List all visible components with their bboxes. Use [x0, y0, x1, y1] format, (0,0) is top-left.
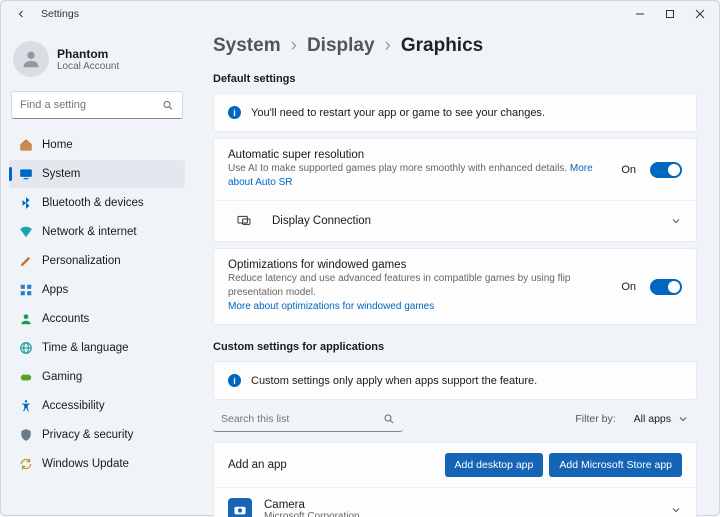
update-icon: [19, 457, 33, 471]
system-icon: [19, 167, 33, 181]
profile[interactable]: Phantom Local Account: [13, 41, 181, 77]
breadcrumb-display[interactable]: Display: [307, 35, 375, 57]
display-connection-row[interactable]: Display Connection: [214, 201, 696, 241]
asr-title: Automatic super resolution: [228, 149, 613, 161]
nav-bluetooth[interactable]: Bluetooth & devices: [9, 189, 185, 217]
nav-gaming[interactable]: Gaming: [9, 363, 185, 391]
chevron-down-icon: [670, 504, 682, 516]
titlebar: Settings: [1, 1, 719, 27]
nav-accessibility[interactable]: Accessibility: [9, 392, 185, 420]
camera-icon: [228, 498, 252, 517]
add-desktop-app-button[interactable]: Add desktop app: [445, 453, 544, 477]
sidebar: Phantom Local Account Home System Blueto…: [1, 27, 193, 517]
settings-search[interactable]: [11, 91, 183, 119]
wifi-icon: [19, 225, 33, 239]
custom-notice: i Custom settings only apply when apps s…: [214, 362, 696, 399]
filter-label: Filter by:: [575, 413, 615, 425]
windowed-games-row: Optimizations for windowed games Reduce …: [214, 249, 696, 324]
asr-toggle[interactable]: [650, 162, 682, 178]
settings-search-input[interactable]: [20, 99, 162, 111]
nav: Home System Bluetooth & devices Network …: [9, 131, 185, 478]
breadcrumb-system[interactable]: System: [213, 35, 281, 57]
minimize-button[interactable]: [625, 2, 655, 26]
add-app-row: Add an app Add desktop app Add Microsoft…: [214, 443, 696, 487]
chevron-right-icon: ›: [291, 35, 297, 57]
add-store-app-button[interactable]: Add Microsoft Store app: [549, 453, 682, 477]
gaming-icon: [19, 370, 33, 384]
brush-icon: [19, 254, 33, 268]
app-search-input[interactable]: [221, 413, 383, 425]
profile-name: Phantom: [57, 47, 119, 61]
owg-title: Optimizations for windowed games: [228, 259, 613, 271]
info-icon: i: [228, 106, 241, 119]
nav-accounts[interactable]: Accounts: [9, 305, 185, 333]
close-button[interactable]: [685, 2, 715, 26]
accessibility-icon: [19, 399, 33, 413]
owg-link[interactable]: More about optimizations for windowed ga…: [228, 301, 434, 312]
section-custom: Custom settings for applications: [213, 341, 697, 353]
globe-icon: [19, 341, 33, 355]
filter-select[interactable]: All apps: [626, 409, 697, 429]
profile-account: Local Account: [57, 61, 119, 72]
nav-apps[interactable]: Apps: [9, 276, 185, 304]
nav-privacy[interactable]: Privacy & security: [9, 421, 185, 449]
nav-network[interactable]: Network & internet: [9, 218, 185, 246]
chevron-down-icon: [670, 215, 682, 227]
monitor-icon: [236, 213, 252, 229]
nav-home[interactable]: Home: [9, 131, 185, 159]
owg-toggle[interactable]: [650, 279, 682, 295]
maximize-button[interactable]: [655, 2, 685, 26]
restart-notice: i You'll need to restart your app or gam…: [214, 94, 696, 131]
app-search[interactable]: [213, 406, 403, 432]
info-icon: i: [228, 374, 241, 387]
breadcrumb: System › Display › Graphics: [213, 35, 697, 57]
person-icon: [19, 312, 33, 326]
main-content: System › Display › Graphics Default sett…: [193, 27, 719, 517]
app-row-camera[interactable]: Camera Microsoft Corporation: [214, 487, 696, 517]
nav-update[interactable]: Windows Update: [9, 450, 185, 478]
home-icon: [19, 138, 33, 152]
nav-time[interactable]: Time & language: [9, 334, 185, 362]
owg-state: On: [621, 281, 636, 293]
shield-icon: [19, 428, 33, 442]
apps-icon: [19, 283, 33, 297]
nav-personalization[interactable]: Personalization: [9, 247, 185, 275]
bluetooth-icon: [19, 196, 33, 210]
avatar: [13, 41, 49, 77]
back-button[interactable]: [9, 2, 33, 26]
nav-system[interactable]: System: [9, 160, 185, 188]
search-icon: [383, 413, 395, 425]
window-title: Settings: [41, 8, 79, 20]
chevron-down-icon: [677, 413, 689, 425]
section-default: Default settings: [213, 73, 697, 85]
auto-super-resolution-row: Automatic super resolution Use AI to mak…: [214, 139, 696, 201]
asr-state: On: [621, 164, 636, 176]
search-icon: [162, 99, 174, 112]
chevron-right-icon: ›: [385, 35, 391, 57]
breadcrumb-graphics: Graphics: [401, 35, 483, 57]
